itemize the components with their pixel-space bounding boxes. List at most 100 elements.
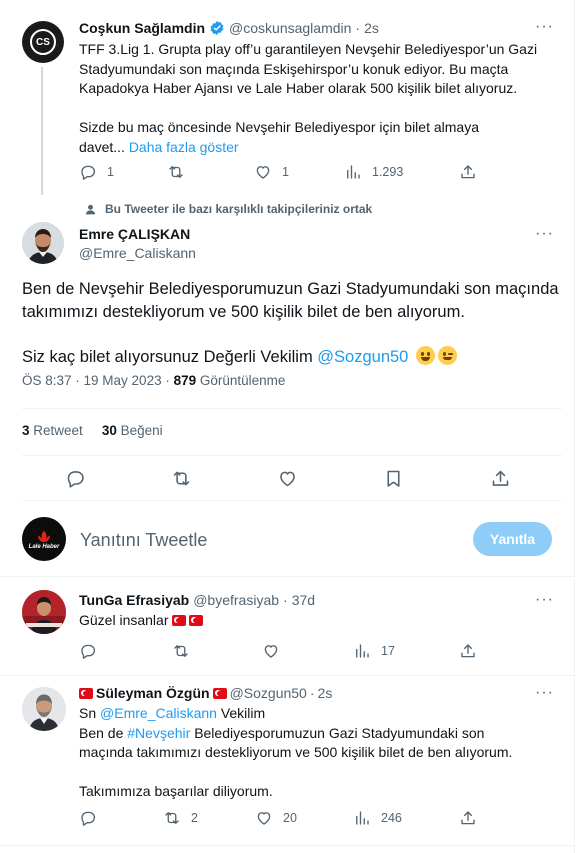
reply-1-like-button[interactable] [262,641,280,661]
parent-avatar[interactable]: CS [22,21,64,63]
retweets-stat[interactable]: 3 Retweet [22,423,83,438]
likes-count: 30 [101,423,117,438]
parent-reply-button[interactable]: 1 [79,162,114,182]
divider [22,408,562,409]
reply-2-replying-to: Sn @Emre_Caliskann Vekilim [79,704,559,724]
main-text-line-mention: Siz kaç bilet alıyorsunuz Değerli Vekili… [22,345,562,369]
reply-1-views-button[interactable]: 17 [353,641,395,661]
views-icon [347,165,360,179]
retweet-icon [173,471,190,485]
reply-1-retweet-button[interactable] [172,641,190,661]
reply-2-avatar-photo [22,687,66,731]
reply-1-view-count: 17 [381,644,395,658]
composer-avatar-text: Lale Haber [28,544,60,550]
like-icon [257,812,271,825]
parent-time[interactable]: 2s [364,20,379,36]
parent-handle[interactable]: @coskunsaglamdin [229,20,351,36]
flag-icon [188,615,203,626]
parent-tweet-text[interactable]: TFF 3.Lig 1. Grupta play off’u garantile… [79,40,559,157]
reply-2-handle[interactable]: @Sozgun50 [230,685,307,701]
main-like-button[interactable] [277,468,298,488]
reply-1-author-name[interactable]: TunGa Efrasiyab [79,592,189,608]
share-icon [492,470,509,486]
main-text-line: takımımızı destekliyorum ve 500 kişilik … [22,302,465,321]
parent-like-button[interactable]: 1 [254,162,289,182]
reply-2-prefix: Sn [79,705,97,721]
verified-icon [210,21,224,35]
reply-2-views-button[interactable]: 246 [353,808,402,828]
reply-1-share-button[interactable] [459,641,477,661]
reply-input[interactable]: Yanıtını Tweetle [80,530,207,551]
reply-2-text-line: maçında takımımızı destekliyorum ve 500 … [79,744,513,760]
reply-2-like-count: 20 [283,811,297,825]
parent-author-name[interactable]: Coşkun Sağlamdin [79,20,205,36]
reply-2-reply-button[interactable] [79,808,97,828]
reply-2-author-name[interactable]: Süleyman Özgün [96,685,210,701]
reply-icon [67,470,84,488]
reply-2-text-line: Takımımıza başarılar diliyorum. [79,783,273,799]
reply-1-reply-button[interactable] [79,641,97,661]
social-context-text: Bu Tweeter ile bazı karşılıklı takipçile… [105,202,373,216]
reply-2-mention-link[interactable]: @Emre_Caliskann [100,705,217,721]
hashtag-link[interactable]: #Nevşehir [127,725,190,741]
reply-2-share-button[interactable] [459,808,477,828]
reply-2-avatar[interactable] [22,687,66,731]
main-retweet-button[interactable] [171,468,192,488]
reply-1-text[interactable]: Güzel insanlar [79,611,203,631]
parent-header: Coşkun Sağlamdin @coskunsaglamdin · 2s [79,20,379,36]
flag-icon [171,615,186,626]
reply-icon [81,811,96,826]
reply-1-time[interactable]: 37d [292,592,315,608]
main-share-button[interactable] [490,468,511,488]
main-reply-button[interactable] [65,468,86,488]
parent-share-button[interactable] [459,162,477,182]
parent-more-icon[interactable]: ··· [535,19,554,35]
reply-2-text[interactable]: Sn @Emre_Caliskann Vekilim Ben de #Nevşe… [79,704,559,802]
parent-text-line-last: davet... Daha fazla göster [79,138,559,158]
separator-dot: · [355,20,361,36]
divider [0,675,574,676]
separator-dot: · [283,592,288,608]
like-icon [280,471,295,486]
parent-text-line: Kapadokya Haber Ajansı ve Lale Haber ola… [79,80,518,96]
reply-1-more-icon[interactable]: ··· [535,592,554,608]
parent-retweet-button[interactable] [167,162,185,182]
main-avatar[interactable] [22,222,64,264]
winking-emoji-icon [437,345,457,365]
reply-2-view-count: 246 [381,811,402,825]
reply-1-handle[interactable]: @byefrasiyab [193,592,279,608]
main-avatar-photo [22,222,64,264]
main-mention-link[interactable]: @Sozgun50 [317,348,408,366]
parent-avatar-initials: CS [36,36,50,48]
bookmark-icon [387,470,400,487]
parent-like-count: 1 [282,165,289,179]
parent-text-line: Stadyumundaki son maçında Eskişehirspor’… [79,60,509,77]
main-author-name[interactable]: Emre ÇALIŞKAN [79,226,190,242]
reply-1-avatar[interactable] [22,590,66,634]
likes-stat[interactable]: 30 Beğeni [102,423,163,438]
parent-text-line: Sizde bu maç öncesinde Nevşehir Belediye… [79,119,479,135]
main-handle[interactable]: @Emre_Caliskann [79,245,196,261]
composer-avatar[interactable]: Lale Haber [22,517,66,561]
reply-submit-button[interactable]: Yanıtla [473,522,552,556]
main-more-icon[interactable]: ··· [535,226,554,242]
retweet-icon [169,166,183,178]
reply-icon [81,165,96,180]
main-tweet-text[interactable]: Ben de Nevşehir Belediyesporumuzun Gazi … [22,278,562,368]
like-icon [264,645,278,658]
reply-2-more-icon[interactable]: ··· [535,685,554,701]
reply-2-header: Süleyman Özgün @Sozgun50 · 2s [79,685,332,701]
flag-icon [79,687,93,699]
parent-avatar-logo: CS [30,29,56,55]
parent-views-button[interactable]: 1.293 [344,162,403,182]
reply-icon [81,644,96,659]
main-timestamp[interactable]: ÖS 8:37 · 19 May 2023 · [22,373,170,388]
reply-2-time[interactable]: 2s [318,685,333,701]
main-bookmark-button[interactable] [383,468,404,488]
main-views-count: 879 [173,373,197,388]
reply-2-retweet-button[interactable]: 2 [163,808,198,828]
show-more-link[interactable]: Daha fazla göster [129,139,239,155]
reply-2-like-button[interactable]: 20 [255,808,297,828]
share-icon [461,644,475,658]
